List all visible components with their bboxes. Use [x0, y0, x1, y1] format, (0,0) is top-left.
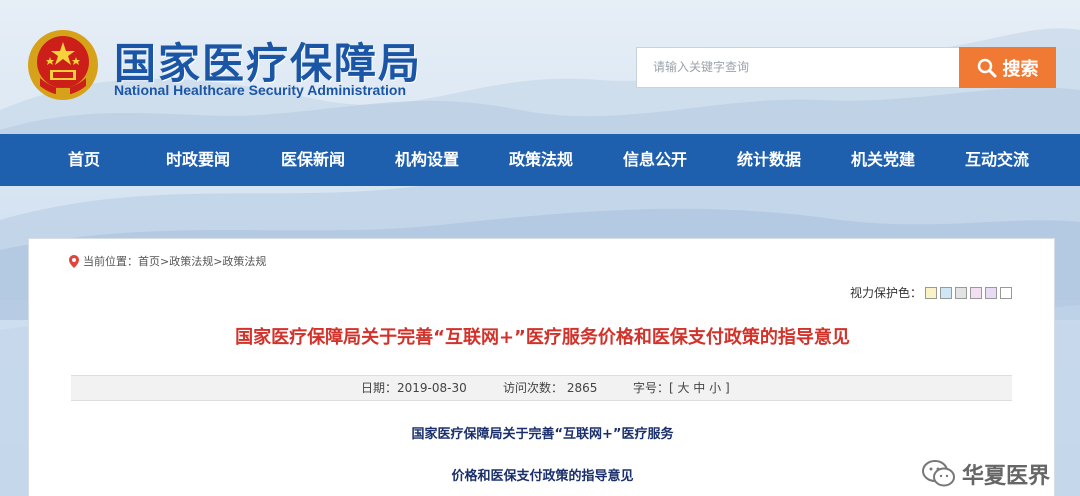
wechat-icon [921, 460, 955, 487]
article-meta-bar: 日期：2019-08-30 访问次数： 2865 字号：[ 大 中 小 ] [71, 375, 1012, 401]
site-subtitle: National Healthcare Security Administrat… [114, 82, 406, 98]
nav-item-info-disclosure[interactable]: 信息公开 [623, 134, 687, 186]
search-input[interactable]: 请输入关键字查询 [636, 47, 960, 88]
article-date: 日期：2019-08-30 [361, 381, 467, 395]
national-emblem-icon [28, 30, 98, 100]
main-nav: 首页 时政要闻 医保新闻 机构设置 政策法规 信息公开 统计数据 机关党建 互动… [0, 134, 1080, 186]
eye-care-swatch-blue[interactable] [940, 286, 952, 299]
watermark-text: 华夏医界 [961, 464, 1050, 489]
nav-item-organization[interactable]: 机构设置 [395, 134, 459, 186]
eye-care-swatch-yellow[interactable] [925, 286, 937, 299]
eye-care-label: 视力保护色： [849, 286, 922, 300]
breadcrumb: 当前位置：首页>政策法规>政策法规 [69, 253, 266, 269]
nav-item-home[interactable]: 首页 [68, 134, 100, 186]
nav-item-statistics[interactable]: 统计数据 [737, 134, 801, 186]
location-pin-icon [69, 254, 79, 268]
nav-item-politics-news[interactable]: 时政要闻 [166, 134, 230, 186]
article-title: 国家医疗保障局关于完善“互联网+”医疗服务价格和医保支付政策的指导意见 [235, 327, 850, 348]
search-icon [977, 58, 996, 77]
nav-item-medical-insurance-news[interactable]: 医保新闻 [281, 134, 345, 186]
article-body-line: 国家医疗保障局关于完善“互联网+”医疗服务 [411, 427, 674, 442]
eye-care-swatch-purple[interactable] [985, 286, 997, 299]
article-panel: 当前位置：首页>政策法规>政策法规 视力保护色： 国家医疗保障局关于完善“互联网… [28, 238, 1055, 496]
eye-care-swatch-white[interactable] [1000, 286, 1012, 299]
nav-item-policies[interactable]: 政策法规 [509, 134, 573, 186]
nav-item-party-building[interactable]: 机关党建 [851, 134, 915, 186]
site-header: 国家医疗保障局 National Healthcare Security Adm… [0, 0, 1080, 134]
font-size-switcher[interactable]: 字号：[ 大 中 小 ] [633, 376, 730, 400]
eye-care-swatch-gray[interactable] [955, 286, 967, 299]
nav-item-interaction[interactable]: 互动交流 [965, 134, 1029, 186]
search-button[interactable]: 搜索 [959, 47, 1056, 88]
breadcrumb-text[interactable]: 当前位置：首页>政策法规>政策法规 [83, 253, 266, 269]
eye-care-swatch-pink[interactable] [970, 286, 982, 299]
wechat-watermark: 华夏医界 [921, 458, 1050, 490]
search-button-label: 搜索 [1002, 58, 1039, 80]
article-visits: 访问次数： 2865 [503, 381, 598, 395]
eye-care-color-picker: 视力保护色： [850, 284, 1012, 301]
article-body-line: 价格和医保支付政策的指导意见 [451, 469, 634, 484]
